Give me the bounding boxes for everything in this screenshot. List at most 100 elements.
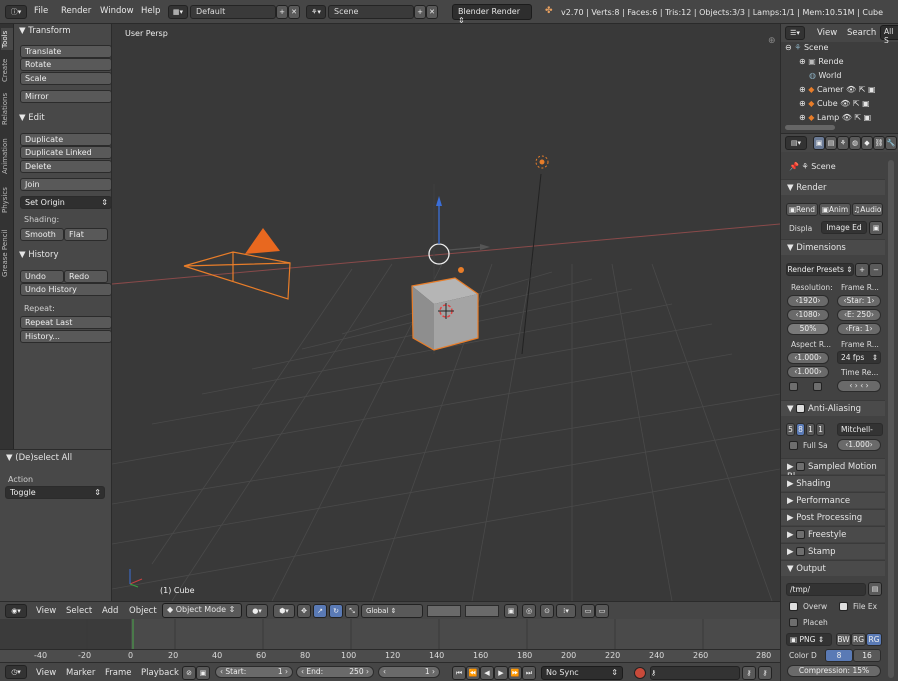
preview-range-icon[interactable]: ⊘ — [182, 666, 196, 680]
shading-section-header[interactable]: ▶ Shading — [781, 475, 885, 491]
flat-button[interactable]: Flat — [64, 228, 108, 241]
layers-grid-2[interactable] — [465, 605, 499, 617]
object-menu[interactable]: Object — [129, 606, 157, 616]
next-keyframe-icon[interactable]: ⏩ — [508, 666, 522, 680]
post-processing-section-header[interactable]: ▶ Post Processing — [781, 509, 885, 525]
properties-scrollbar[interactable] — [888, 160, 894, 678]
aspect-y-field[interactable]: ‹1.000› — [787, 366, 829, 378]
render-preview-icon[interactable]: ▭ — [581, 604, 595, 618]
remove-scene-icon[interactable]: ✕ — [426, 5, 438, 19]
outliner-item-camera[interactable]: ⊕ ◆ Camer 👁 ⇱ ▣ — [799, 85, 876, 94]
delete-keyframe-icon[interactable]: ⚷ — [758, 666, 772, 680]
output-section-header[interactable]: ▼ Output — [781, 560, 885, 576]
outliner-editor-icon[interactable]: ☰▾ — [785, 26, 805, 40]
start-frame-field[interactable]: ‹ Start: 1 › — [215, 666, 293, 678]
mirror-button[interactable]: Mirror — [20, 90, 112, 103]
aa-8-button[interactable]: 8 — [796, 423, 805, 436]
aa-16-button[interactable]: 1 — [816, 423, 825, 436]
duplicate-linked-button[interactable]: Duplicate Linked — [20, 146, 112, 159]
outliner-scrollbar[interactable] — [785, 125, 835, 130]
undo-button[interactable]: Undo — [20, 270, 64, 283]
keying-set-field[interactable]: ⚷ — [650, 666, 740, 680]
motion-blur-checkbox[interactable] — [796, 462, 806, 471]
transform-manipulator[interactable] — [428, 196, 490, 273]
border-checkbox[interactable] — [789, 382, 798, 391]
outliner-display-mode[interactable]: All S — [880, 25, 898, 45]
depth-16-button[interactable]: 16 — [853, 649, 881, 662]
filter-size-field[interactable]: ‹1.000› — [837, 439, 881, 451]
file-format-dropdown[interactable]: ▣ PNG ⇕ — [786, 633, 832, 646]
freestyle-checkbox[interactable] — [796, 530, 806, 539]
tab-animation[interactable]: Animation — [1, 134, 13, 178]
crop-checkbox[interactable] — [813, 382, 822, 391]
lamp-object[interactable] — [535, 155, 549, 169]
timeline-view-menu[interactable]: View — [36, 668, 56, 678]
timeline-track[interactable] — [0, 619, 780, 649]
bw-button[interactable]: BW — [836, 633, 851, 646]
remove-preset-icon[interactable]: − — [869, 263, 883, 277]
browse-folder-icon[interactable]: ▤ — [868, 582, 882, 596]
frame-step-field[interactable]: ‹Fra: 1› — [837, 323, 881, 335]
time-remap-fields[interactable]: ‹ › ‹ › — [837, 380, 881, 392]
add-menu[interactable]: Add — [102, 606, 118, 616]
properties-toggle-icon[interactable]: ⊕ — [768, 36, 776, 46]
add-preset-icon[interactable]: + — [855, 263, 869, 277]
placeholders-checkbox[interactable] — [789, 618, 798, 627]
stamp-checkbox[interactable] — [796, 547, 806, 556]
tab-physics[interactable]: Physics — [1, 184, 13, 216]
sync-dropdown[interactable]: No Sync ⇕ — [541, 666, 623, 680]
properties-editor-icon[interactable]: ▤▾ — [785, 136, 807, 150]
stamp-section-header[interactable]: ▶ Stamp — [781, 543, 885, 559]
add-layout-icon[interactable]: + — [276, 5, 288, 19]
render-presets-dropdown[interactable]: Render Presets ⇕ — [786, 263, 854, 276]
undo-history-button[interactable]: Undo History — [20, 283, 112, 296]
remove-layout-icon[interactable]: ✕ — [288, 5, 300, 19]
smooth-button[interactable]: Smooth — [20, 228, 64, 241]
end-frame-field[interactable]: ‹ End: 250 › — [296, 666, 374, 678]
scene-tab-icon[interactable]: ⚘ — [837, 136, 849, 150]
screen-layout-field[interactable]: Default — [190, 5, 276, 19]
world-tab-icon[interactable]: ◍ — [849, 136, 861, 150]
anti-aliasing-section-header[interactable]: ▼ Anti-Aliasing — [781, 400, 885, 416]
render-tab-icon[interactable]: ▣ — [813, 136, 825, 150]
frame-start-field[interactable]: ‹Star: 1› — [837, 295, 881, 307]
display-dropdown[interactable]: Image Ed — [821, 221, 867, 234]
jump-end-icon[interactable]: ⏭ — [522, 666, 536, 680]
tab-tools[interactable]: Tools — [1, 28, 13, 50]
outliner-item-render[interactable]: ⊕ ▣ Rende — [799, 57, 844, 66]
compression-slider[interactable]: Compression: 15% — [787, 665, 881, 677]
motion-blur-section-header[interactable]: ▶ Sampled Motion Bl — [781, 458, 885, 482]
insert-keyframe-icon[interactable]: ⚷ — [742, 666, 756, 680]
render-animation-button[interactable]: ▣Anim — [819, 203, 851, 216]
lock-interface-icon[interactable]: ▣ — [869, 221, 883, 235]
playback-menu[interactable]: Playback — [141, 668, 179, 678]
anti-aliasing-checkbox[interactable] — [796, 404, 806, 413]
edit-panel-header[interactable]: ▼ Edit — [19, 113, 45, 123]
overwrite-checkbox[interactable] — [789, 602, 798, 611]
outliner-item-scene[interactable]: ⊖ ⚘ Scene — [785, 43, 828, 52]
camera-object[interactable] — [183, 228, 291, 300]
delete-button[interactable]: Delete — [20, 160, 112, 173]
lock-range-icon[interactable]: ▣ — [196, 666, 210, 680]
dimensions-section-header[interactable]: ▼ Dimensions — [781, 239, 885, 255]
full-sample-checkbox[interactable] — [789, 441, 798, 450]
outliner-item-lamp[interactable]: ⊕ ◆ Lamp 👁 ⇱ ▣ — [799, 113, 871, 122]
marker-menu[interactable]: Marker — [66, 668, 95, 678]
screen-layout-icon[interactable]: ▦▾ — [168, 5, 188, 19]
info-editor-type-icon[interactable]: ⓘ▾ — [5, 5, 27, 19]
current-frame-field[interactable]: ‹ 1 › — [378, 666, 440, 678]
menu-help[interactable]: Help — [141, 6, 160, 16]
render-anim-icon[interactable]: ▭ — [595, 604, 609, 618]
scale-button[interactable]: Scale — [20, 72, 112, 85]
view-menu[interactable]: View — [36, 606, 56, 616]
duplicate-button[interactable]: Duplicate — [20, 133, 112, 146]
scene-icon[interactable]: ⚘▾ — [306, 5, 326, 19]
snap-toggle-icon[interactable]: ⊙ — [540, 604, 554, 618]
menu-file[interactable]: File — [34, 6, 48, 16]
play-icon[interactable]: ▶ — [494, 666, 508, 680]
aa-5-button[interactable]: 5 — [786, 423, 795, 436]
history-button[interactable]: History... — [20, 330, 112, 343]
fps-dropdown[interactable]: 24 fps ⇕ — [837, 351, 881, 364]
rotate-button[interactable]: Rotate — [20, 58, 112, 71]
outliner-item-world[interactable]: ◍ World — [809, 71, 841, 80]
